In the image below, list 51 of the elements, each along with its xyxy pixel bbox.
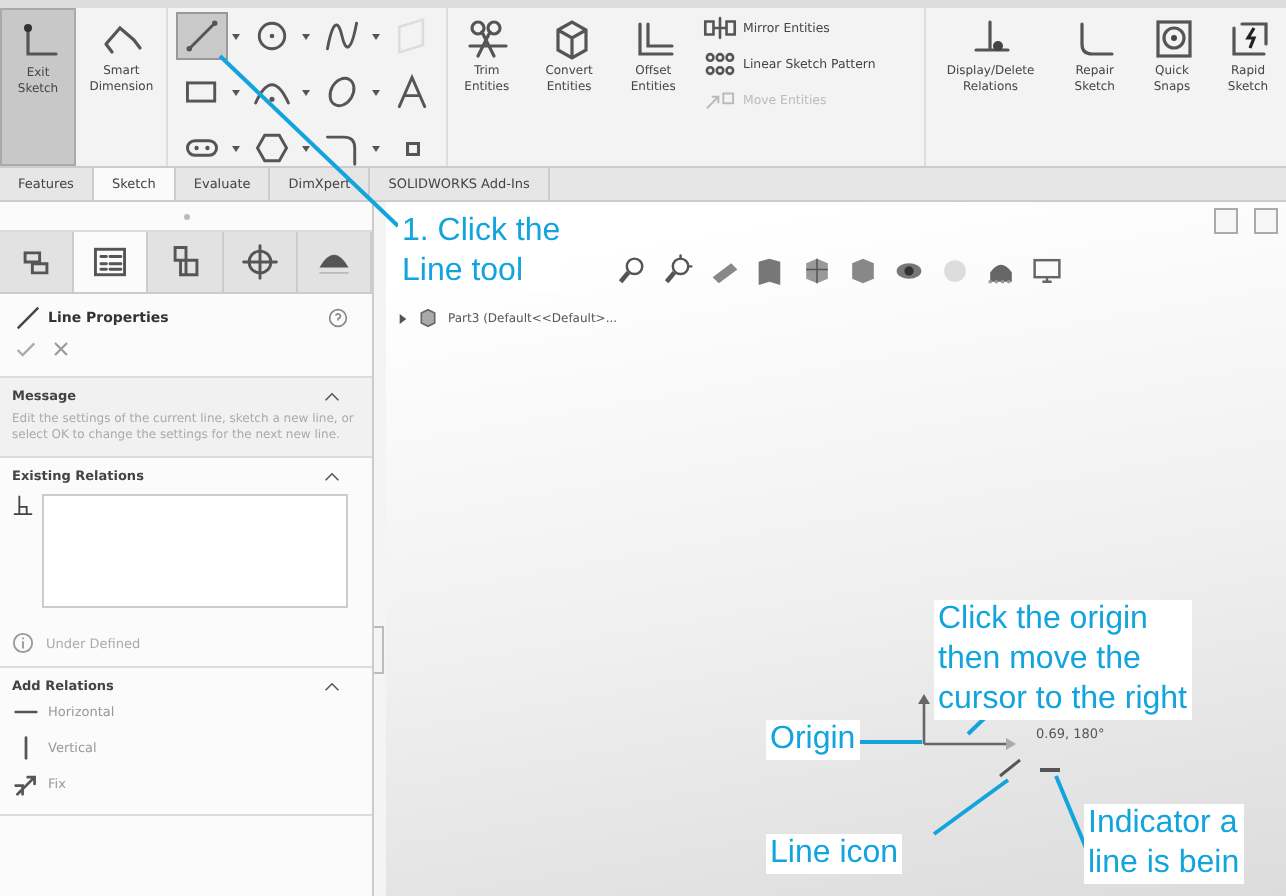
splitter-handle[interactable]: [374, 626, 384, 674]
caret-icon[interactable]: [302, 89, 311, 95]
view-tool-icon[interactable]: [1030, 254, 1064, 288]
panel-tab[interactable]: [223, 232, 298, 292]
callout-text: Indicator a line is bein: [1084, 804, 1244, 884]
line-icon: [182, 16, 223, 56]
relation-icon: [12, 494, 34, 516]
caret-icon[interactable]: [302, 145, 311, 151]
panel-tab[interactable]: [148, 232, 224, 292]
info-icon: [12, 632, 34, 654]
caret-icon[interactable]: [372, 89, 381, 95]
fix-icon: [12, 772, 40, 796]
leader-line: [856, 740, 922, 744]
ribbon-icon: [701, 88, 737, 112]
hexagon-icon: [252, 128, 293, 168]
ribbon-icon: [701, 52, 737, 76]
ribbon-icon: [1226, 16, 1270, 60]
collapse-icon[interactable]: [324, 681, 340, 691]
grip-icon[interactable]: [183, 213, 189, 219]
horizontal-indicator-icon: [1040, 768, 1060, 772]
close-icon[interactable]: [52, 340, 70, 358]
ribbon-icon: [464, 16, 509, 60]
ribbon-icon: [1150, 16, 1194, 60]
panel-tab[interactable]: [0, 232, 75, 292]
collapse-icon[interactable]: [324, 391, 340, 401]
callout-text: Click the origin then move the cursor to the right: [934, 600, 1191, 720]
callout-text: Line icon: [766, 834, 903, 874]
help-icon[interactable]: [328, 308, 348, 328]
view-tool-icon[interactable]: [800, 254, 834, 288]
caret-icon[interactable]: [302, 33, 311, 39]
caret-icon[interactable]: [232, 89, 241, 95]
leader-line: [932, 778, 1010, 836]
caret-icon[interactable]: [372, 33, 381, 39]
callout-text: Origin: [766, 720, 860, 760]
part-icon: [418, 308, 438, 328]
crosshair-icon: [239, 242, 280, 282]
list-icon: [90, 242, 131, 282]
point-icon: [405, 141, 420, 155]
caret-icon[interactable]: [232, 33, 241, 39]
sketch-tool-button[interactable]: [176, 12, 229, 60]
caret-icon[interactable]: [372, 145, 381, 151]
expand-icon[interactable]: [398, 313, 408, 323]
collapse-icon[interactable]: [324, 471, 340, 481]
ribbon-icon: [701, 16, 737, 40]
panel-tab[interactable]: [297, 232, 373, 292]
line-icon: [16, 306, 40, 330]
leader-line: [1054, 775, 1088, 849]
line-cursor-icon: [999, 758, 1021, 778]
caret-icon[interactable]: [232, 145, 241, 151]
spline-icon: [322, 16, 363, 56]
view-tool-icon[interactable]: [662, 254, 696, 288]
